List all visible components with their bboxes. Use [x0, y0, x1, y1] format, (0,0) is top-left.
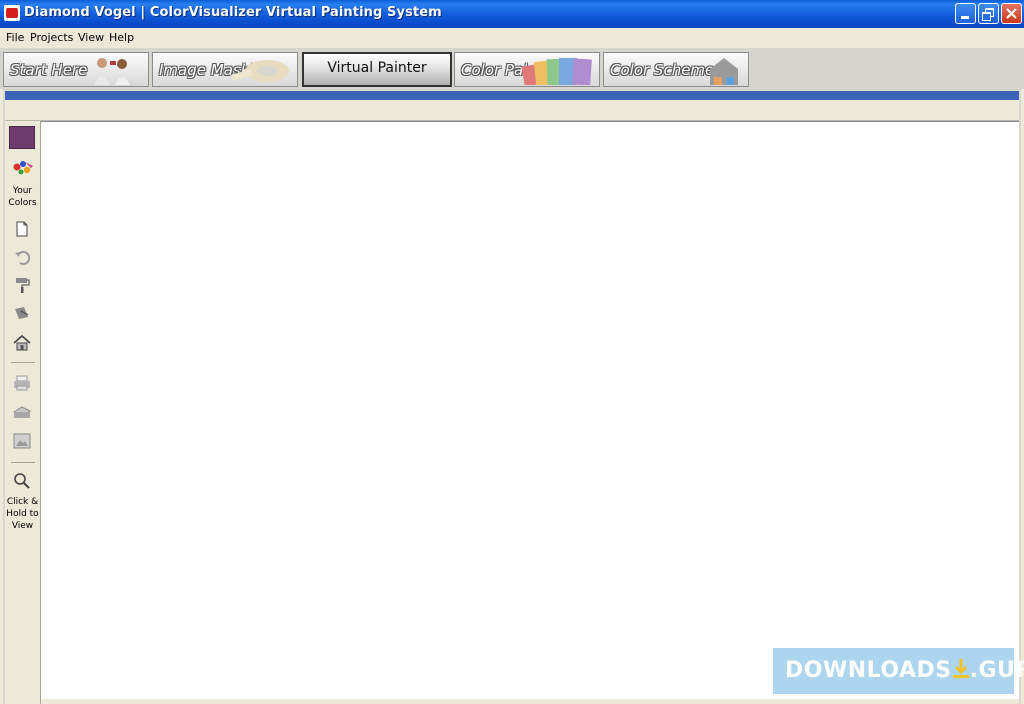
close-button[interactable] [1001, 3, 1022, 24]
masking-tape-icon [231, 60, 289, 82]
paint-splash-icon[interactable] [11, 159, 35, 179]
tab-strip: Start Here Image Masking Virtual Painter… [0, 48, 1024, 89]
minimize-button[interactable] [955, 3, 976, 24]
new-document-icon[interactable] [12, 219, 32, 239]
menu-projects[interactable]: Projects [30, 31, 73, 44]
current-color-swatch[interactable] [9, 126, 35, 149]
color-fan-deck-icon [521, 58, 592, 85]
left-toolbar: Your Colors Click & Hold to View [5, 121, 41, 704]
painting-canvas[interactable] [41, 121, 1019, 700]
close-icon [1006, 8, 1017, 19]
magnifier-icon[interactable] [12, 471, 32, 491]
house-scheme-icon [710, 58, 738, 85]
status-strip [41, 699, 1019, 704]
tab-label: Start Here [10, 61, 88, 79]
image-icon[interactable] [12, 431, 32, 451]
click-hold-label-line2: Hold to [6, 509, 39, 519]
tab-color-palette[interactable]: Color Palette [454, 52, 600, 87]
tab-label: Virtual Painter [327, 60, 427, 76]
tab-virtual-painter[interactable]: Virtual Painter [302, 52, 452, 87]
toolbar-separator [11, 362, 35, 363]
title-bar[interactable]: Diamond Vogel | ColorVisualizer Virtual … [0, 0, 1024, 28]
menu-help[interactable]: Help [109, 31, 134, 44]
header-band [5, 91, 1019, 100]
click-hold-label-line1: Click & [6, 497, 39, 507]
window-title: Diamond Vogel | ColorVisualizer Virtual … [24, 5, 442, 20]
tab-image-masking[interactable]: Image Masking [152, 52, 298, 87]
downloads-guru-watermark: DOWNLOADS.GURU [773, 648, 1024, 694]
tab-color-schemes[interactable]: Color Schemes [603, 52, 749, 87]
print-icon[interactable] [12, 373, 32, 393]
your-colors-label-line2: Colors [8, 198, 37, 208]
tab-start-here[interactable]: Start Here [3, 52, 149, 87]
sub-toolbar [5, 100, 1019, 121]
scan-icon[interactable] [12, 402, 32, 422]
paint-brush-icon[interactable] [12, 304, 32, 324]
people-painting-icon [94, 58, 130, 85]
menu-file[interactable]: File [6, 31, 24, 44]
undo-icon[interactable] [12, 247, 32, 267]
watermark-text: DOWNLOADS.GURU [785, 658, 1024, 683]
paint-roller-icon[interactable] [12, 275, 32, 295]
menu-bar: File Projects View Help [0, 28, 1024, 48]
click-hold-label-line3: View [11, 521, 34, 531]
restore-button[interactable] [978, 3, 999, 24]
toolbar-separator [11, 462, 35, 463]
menu-view[interactable]: View [78, 31, 104, 44]
house-icon[interactable] [12, 333, 32, 353]
your-colors-label-line1: Your [12, 186, 33, 196]
app-logo-icon [4, 5, 20, 21]
download-arrow-icon [952, 659, 969, 678]
minimize-icon [961, 16, 969, 19]
